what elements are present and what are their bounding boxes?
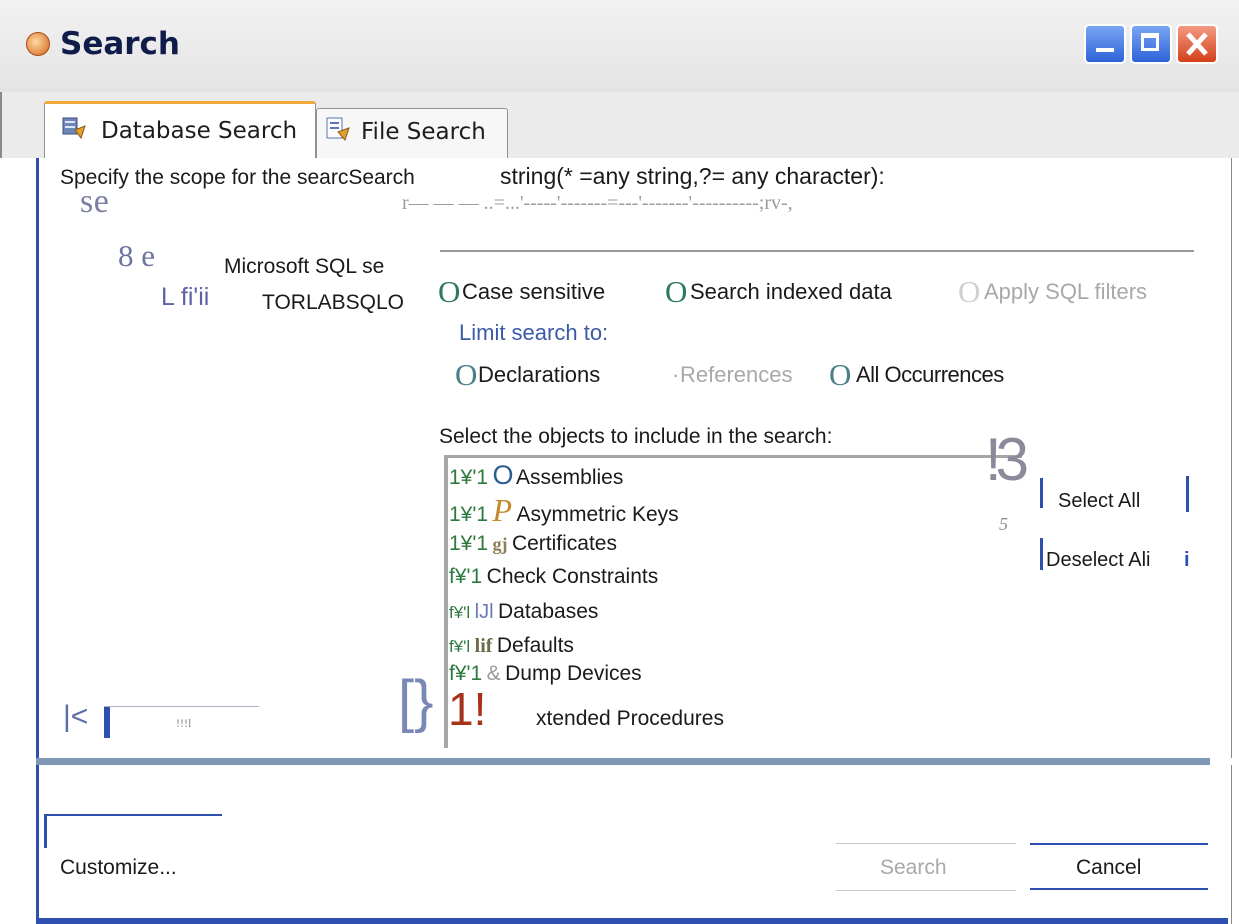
case-sensitive-label[interactable]: Case sensitive	[462, 279, 605, 305]
tab-label: Database Search	[101, 118, 298, 144]
cancel-button-bottom	[1030, 888, 1208, 890]
search-indexed-label[interactable]: Search indexed data	[690, 279, 892, 305]
splitter-handle[interactable]	[104, 706, 110, 738]
key-icon: P	[492, 492, 513, 528]
close-icon	[1186, 32, 1208, 56]
left-divider	[104, 706, 259, 707]
list-item-label: xtended Procedures	[536, 707, 724, 730]
window-title: Search	[60, 26, 181, 62]
database-icon: lJl	[474, 601, 494, 623]
list-item[interactable]: 1¥'1 gj Certificates	[449, 532, 617, 556]
file-search-icon	[326, 117, 350, 141]
search-indexed-radio-icon[interactable]: O	[665, 274, 687, 310]
minimize-button[interactable]	[1084, 24, 1126, 64]
window-bottom-edge	[36, 918, 1228, 924]
scope-prompt: Specify the scope for the searcSearch	[60, 166, 415, 189]
list-item[interactable]: 1¥'1 P Asymmetric Keys	[449, 492, 679, 529]
options-divider	[440, 250, 1194, 252]
all-occurrences-radio-icon[interactable]: O	[829, 357, 851, 393]
all-occurrences-label[interactable]: All Occurrences	[856, 362, 1004, 388]
scroll-up-icon[interactable]: !3	[985, 425, 1029, 494]
cancel-button-top	[1030, 843, 1208, 845]
tab-database-search[interactable]: Database Search	[44, 101, 316, 159]
collapse-button[interactable]: |<	[63, 700, 88, 734]
checkbox-icon[interactable]: f¥'l	[449, 637, 470, 656]
customize-button-top	[44, 814, 222, 816]
deselect-all-suffix: i	[1184, 549, 1190, 571]
list-item-label: Assemblies	[515, 466, 624, 489]
tree-server-label[interactable]: Microsoft SQL se	[224, 255, 384, 279]
tab-file-search[interactable]: File Search	[316, 108, 508, 158]
default-icon: lif	[474, 635, 493, 657]
tree-database-label[interactable]: TORLABSQLO	[262, 291, 404, 315]
list-item-label: Asymmetric Keys	[516, 503, 679, 526]
search-string-label: string(* =any string,?= any character):	[500, 163, 885, 189]
declarations-radio-icon[interactable]: O	[455, 357, 477, 393]
close-button[interactable]	[1176, 24, 1218, 64]
checkbox-icon[interactable]: 1!	[448, 683, 486, 735]
objects-title: Select the objects to include in the sea…	[439, 425, 833, 448]
checkbox-icon[interactable]: 1¥'1	[449, 532, 488, 555]
list-item-label: Defaults	[496, 634, 574, 657]
select-all-button[interactable]: Select All	[1058, 490, 1140, 513]
scope-artifact-se: s e	[80, 183, 109, 220]
list-item[interactable]: f¥'l lJl Databases	[449, 600, 598, 624]
search-button[interactable]: Search	[880, 856, 947, 880]
list-item[interactable]: 1¥'1 O Assemblies	[449, 460, 623, 491]
checkbox-icon[interactable]: f¥'1	[449, 662, 482, 685]
maximize-button[interactable]	[1130, 24, 1172, 64]
deselect-all-button[interactable]: Deselect Ali	[1046, 549, 1151, 572]
checkbox-icon[interactable]: f¥'l	[449, 603, 470, 622]
search-button-top	[836, 843, 1016, 844]
list-item[interactable]: 1!	[448, 686, 486, 732]
app-icon	[26, 32, 50, 56]
list-item-label: Databases	[498, 600, 599, 623]
scroll-marker-icon: 5	[999, 514, 1008, 534]
apply-sql-filters-label[interactable]: Apply SQL filters	[984, 279, 1147, 305]
tree-server-icon[interactable]: 8 e	[118, 238, 155, 274]
customize-button[interactable]: Customize...	[60, 856, 177, 880]
limit-search-title: Limit search to:	[459, 320, 609, 345]
dump-device-icon: &	[486, 662, 501, 685]
references-label[interactable]: References	[680, 362, 793, 388]
list-item-label: Check Constraints	[486, 565, 659, 588]
assembly-icon: O	[492, 460, 514, 490]
select-all-right-edge	[1186, 476, 1189, 512]
search-string-input[interactable]: r— — — ..=...'-----'-------=---'-------'…	[402, 192, 1194, 215]
references-radio-icon[interactable]: ·	[672, 362, 679, 388]
list-item[interactable]: f¥'l lif Defaults	[449, 634, 574, 658]
checkbox-icon[interactable]: 1¥'1	[449, 503, 488, 526]
list-item-label: Dump Devices	[505, 662, 642, 685]
tree-database-icon[interactable]: L fi'ii	[161, 283, 209, 312]
cancel-button[interactable]: Cancel	[1076, 856, 1141, 880]
left-mid-glyph: !!!l	[176, 716, 192, 730]
list-item[interactable]: f¥'1 Check Constraints	[449, 565, 658, 589]
apply-sql-filters-radio-icon[interactable]: O	[958, 274, 980, 310]
certificate-icon: gj	[492, 534, 508, 554]
footer-separator	[36, 758, 1210, 765]
checkbox-icon[interactable]: 1¥'1	[449, 466, 488, 489]
expand-brace-icon[interactable]: [}	[398, 668, 434, 735]
checkbox-icon[interactable]: f¥'1	[449, 565, 482, 588]
maximize-icon	[1141, 33, 1159, 51]
tab-label: File Search	[361, 119, 486, 145]
database-search-icon	[62, 117, 86, 140]
minimize-icon	[1096, 48, 1114, 52]
customize-button-edge	[44, 814, 47, 848]
list-item-label: Certificates	[511, 532, 617, 555]
title-bar: Search	[0, 0, 1239, 92]
deselect-all-left-edge	[1040, 538, 1043, 570]
select-all-left-edge	[1040, 478, 1043, 508]
case-sensitive-radio-icon[interactable]: O	[438, 274, 460, 310]
declarations-label[interactable]: Declarations	[478, 362, 600, 388]
search-button-bottom	[836, 890, 1016, 891]
